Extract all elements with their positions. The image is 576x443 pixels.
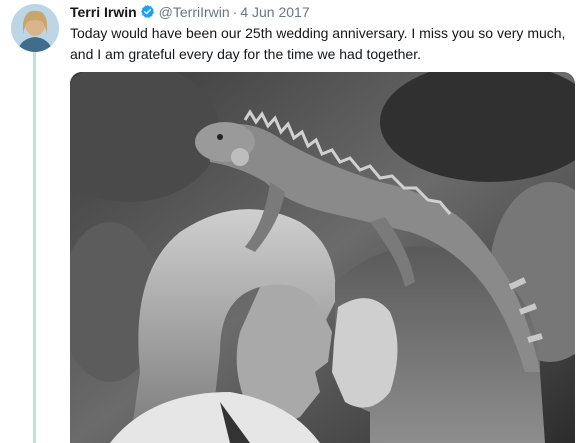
tweet[interactable]: Terri Irwin @TerriIrwin · 4 Jun 2017 Today … [0, 0, 576, 443]
header-separator: · [232, 4, 238, 20]
tweet-photo[interactable] [70, 72, 575, 443]
author-name[interactable]: Terri Irwin [70, 4, 137, 20]
photo-image [70, 72, 575, 443]
author-handle[interactable]: @TerriIrwin [159, 4, 230, 20]
verified-badge-icon [140, 4, 155, 23]
thread-connector-line [33, 48, 36, 443]
avatar-image [11, 4, 59, 52]
tweet-header: Terri Irwin @TerriIrwin · 4 Jun 2017 [70, 3, 310, 23]
tweet-text: Today would have been our 25th wedding a… [70, 25, 566, 62]
tweet-date[interactable]: 4 Jun 2017 [240, 4, 309, 20]
avatar[interactable] [11, 4, 59, 52]
